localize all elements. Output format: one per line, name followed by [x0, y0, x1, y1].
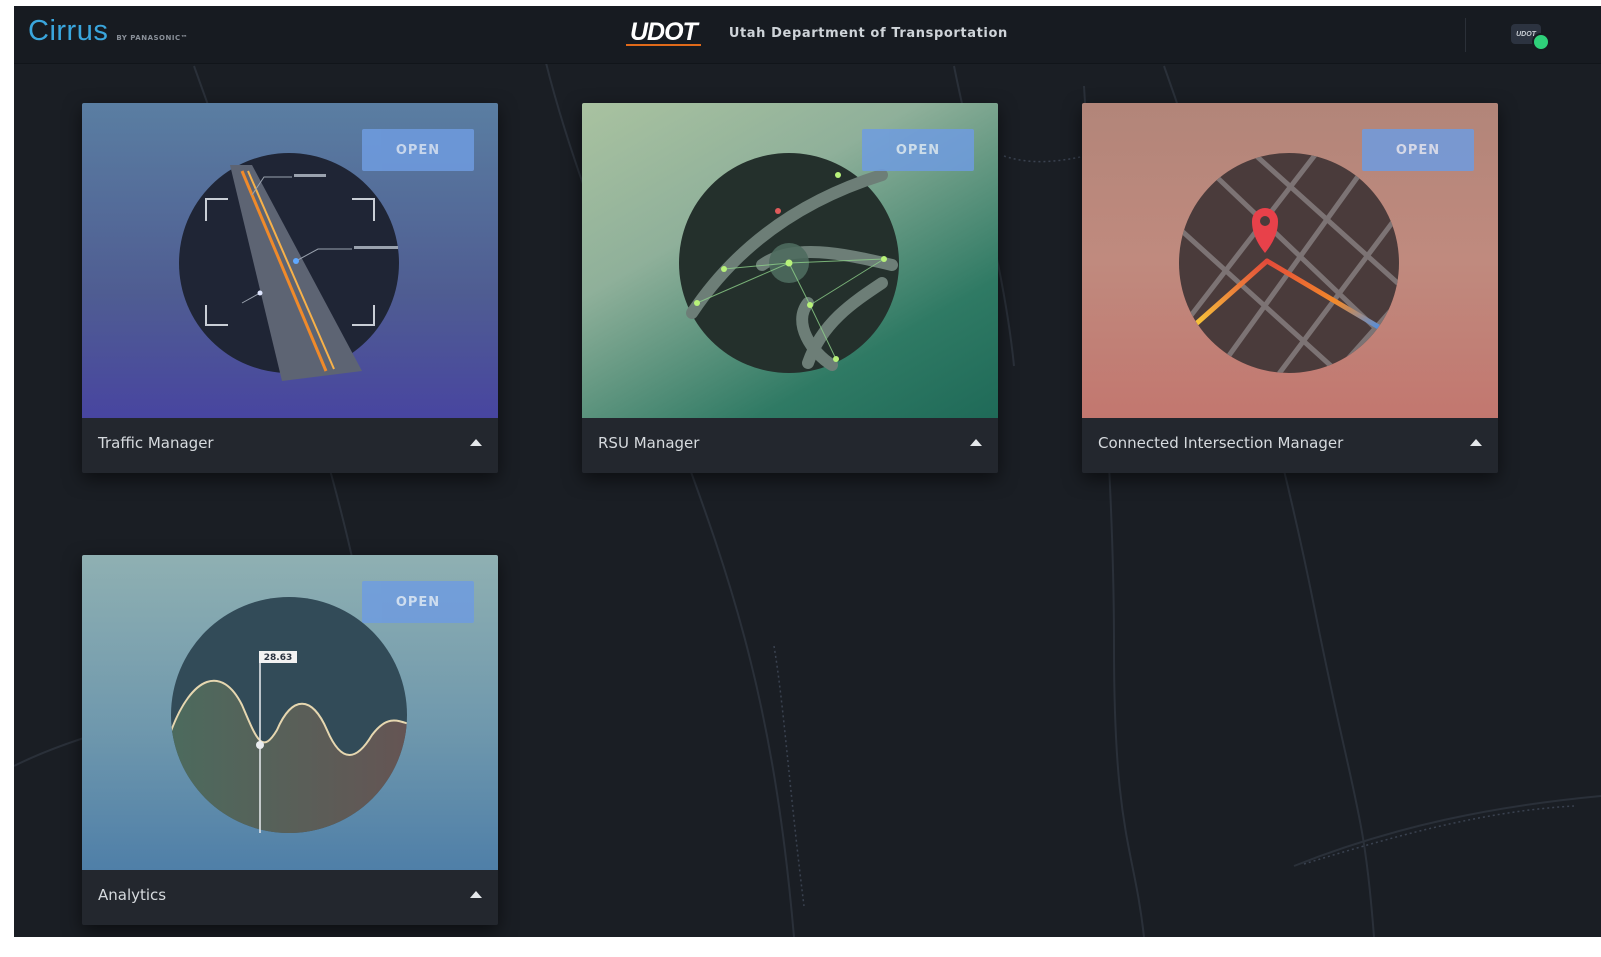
- card-title: RSU Manager: [598, 434, 700, 452]
- app-window: Cirrus BY PANASONIC™ UDOT Utah Departmen…: [14, 6, 1601, 937]
- card-footer: Analytics: [82, 870, 498, 925]
- card-art: OPEN: [1082, 103, 1498, 418]
- udot-logo: UDOT: [626, 20, 701, 46]
- brand-name: Cirrus: [28, 15, 109, 47]
- header-divider: [1465, 18, 1466, 52]
- card-art: OPEN: [82, 103, 498, 418]
- card-title: Analytics: [98, 886, 167, 904]
- caret-up-icon[interactable]: [470, 439, 482, 446]
- card-title: Traffic Manager: [98, 434, 214, 452]
- chart-value-label: 28.63: [264, 653, 292, 663]
- card-footer: RSU Manager: [582, 418, 998, 473]
- card-rsu-manager[interactable]: OPEN RSU Manager: [582, 103, 998, 473]
- caret-up-icon[interactable]: [970, 439, 982, 446]
- card-connected-intersection-manager[interactable]: OPEN Connected Intersection Manager: [1082, 103, 1498, 473]
- open-button[interactable]: OPEN: [862, 129, 974, 171]
- open-button[interactable]: OPEN: [1362, 129, 1474, 171]
- open-button[interactable]: OPEN: [362, 129, 474, 171]
- card-art: 28.63 OPEN: [82, 555, 498, 870]
- card-art: OPEN: [582, 103, 998, 418]
- card-title: Connected Intersection Manager: [1098, 434, 1344, 452]
- open-button[interactable]: OPEN: [362, 581, 474, 623]
- caret-up-icon[interactable]: [470, 891, 482, 898]
- caret-up-icon[interactable]: [1470, 439, 1482, 446]
- department-name: Utah Department of Transportation: [728, 25, 1008, 41]
- brand-logo[interactable]: Cirrus BY PANASONIC™: [28, 15, 188, 48]
- agency-header: UDOT Utah Department of Transportation: [626, 20, 1008, 46]
- card-analytics[interactable]: 28.63 OPEN Analytics: [82, 555, 498, 925]
- brand-subtitle: BY PANASONIC™: [116, 34, 189, 42]
- top-bar: Cirrus BY PANASONIC™ UDOT Utah Departmen…: [14, 6, 1601, 64]
- card-footer: Traffic Manager: [82, 418, 498, 473]
- card-traffic-manager[interactable]: OPEN Traffic Manager: [82, 103, 498, 473]
- card-footer: Connected Intersection Manager: [1082, 418, 1498, 473]
- online-status-icon: [1532, 33, 1550, 51]
